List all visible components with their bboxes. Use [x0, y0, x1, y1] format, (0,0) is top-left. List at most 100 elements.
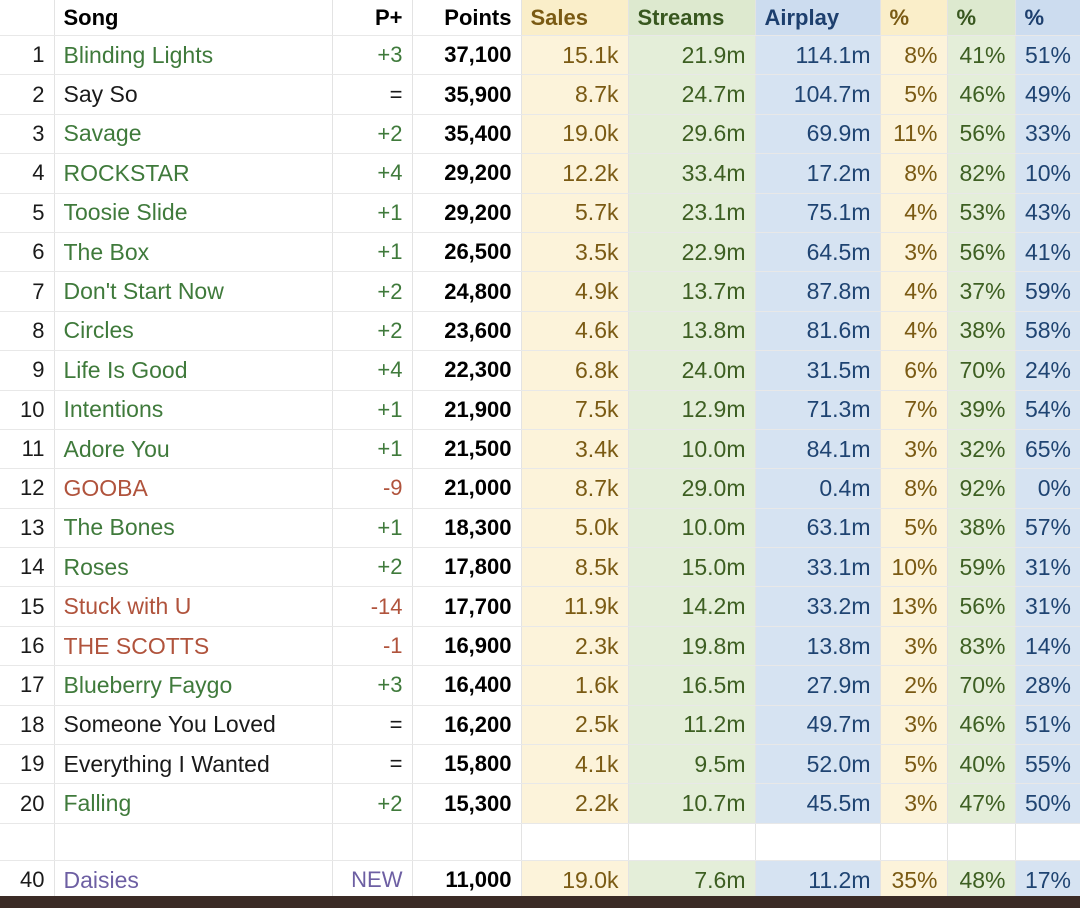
cell-points: 29,200 — [412, 193, 522, 233]
cell-rank: 5 — [0, 193, 55, 233]
cell-sales: 19.0k — [521, 114, 629, 155]
cell-rank: 1 — [0, 35, 55, 76]
column-header-airplay-percent[interactable]: % — [1015, 0, 1080, 36]
column-header-points[interactable]: Points — [412, 0, 522, 36]
cell-sales-percent: 5% — [880, 744, 948, 785]
cell-sales: 3.4k — [521, 429, 629, 470]
cell-streams-percent: 38% — [947, 508, 1016, 549]
cell-airplay-percent: 17% — [1015, 860, 1080, 901]
table-row: 18 Someone You Loved = 16,200 2.5k 11.2m 49.7m… — [0, 705, 1080, 746]
cell-position-change: +2 — [332, 783, 413, 824]
cell-sales-percent: 11% — [880, 114, 948, 155]
cell-position-change: +1 — [332, 390, 413, 430]
cell-sales: 3.5k — [521, 232, 629, 273]
cell-song: GOOBA — [54, 468, 333, 509]
table-row: 14 Roses +2 17,800 8.5k 15.0m 33.1m 10% 59% 31% — [0, 547, 1080, 588]
cell-points: 24,800 — [412, 271, 522, 312]
cell-streams: 13.7m — [628, 271, 756, 312]
cell-airplay-percent: 51% — [1015, 705, 1080, 746]
cell-sales: 6.8k — [521, 350, 629, 391]
cell-airplay: 75.1m — [755, 193, 881, 233]
cell-streams-percent: 53% — [947, 193, 1016, 233]
cell-sales-percent: 4% — [880, 271, 948, 312]
cell-sales: 7.5k — [521, 390, 629, 430]
cell-streams-percent — [947, 823, 1016, 861]
column-header-sales[interactable]: Sales — [521, 0, 629, 36]
cell-sales: 2.3k — [521, 626, 629, 667]
cell-streams-percent: 32% — [947, 429, 1016, 470]
table-row: 3 Savage +2 35,400 19.0k 29.6m 69.9m 11% 56% 33% — [0, 114, 1080, 155]
cell-sales: 8.7k — [521, 468, 629, 509]
cell-song: Adore You — [54, 429, 333, 470]
cell-streams-percent: 83% — [947, 626, 1016, 667]
cell-song: Falling — [54, 783, 333, 824]
cell-airplay-percent: 31% — [1015, 586, 1080, 627]
cell-sales: 12.2k — [521, 153, 629, 194]
cell-song: Someone You Loved — [54, 705, 333, 746]
cell-sales: 4.6k — [521, 311, 629, 352]
cell-sales: 15.1k — [521, 35, 629, 76]
cell-position-change: -14 — [332, 586, 413, 627]
cell-airplay-percent: 14% — [1015, 626, 1080, 667]
cell-song: The Bones — [54, 508, 333, 549]
cell-points: 16,200 — [412, 705, 522, 746]
column-header-streams[interactable]: Streams — [628, 0, 756, 36]
cell-rank: 7 — [0, 271, 55, 312]
table-row: 40 Daisies NEW 11,000 19.0k 7.6m 11.2m 35% 48% 17… — [0, 860, 1080, 901]
cell-streams-percent: 56% — [947, 232, 1016, 273]
cell-rank: 12 — [0, 468, 55, 509]
table-row: 1 Blinding Lights +3 37,100 15.1k 21.9m 114.1m… — [0, 35, 1080, 76]
cell-rank: 13 — [0, 508, 55, 549]
cell-airplay-percent: 28% — [1015, 665, 1080, 706]
cell-sales: 8.7k — [521, 74, 629, 115]
column-header-position-change[interactable]: P+ — [332, 0, 413, 36]
cell-rank: 15 — [0, 586, 55, 627]
column-header-airplay[interactable]: Airplay — [755, 0, 881, 36]
cell-airplay-percent: 50% — [1015, 783, 1080, 824]
cell-points: 16,900 — [412, 626, 522, 667]
cell-rank: 19 — [0, 744, 55, 785]
cell-sales-percent: 3% — [880, 429, 948, 470]
cell-position-change: -9 — [332, 468, 413, 509]
cell-position-change: +1 — [332, 508, 413, 549]
cell-sales — [521, 823, 629, 861]
cell-airplay: 71.3m — [755, 390, 881, 430]
cell-airplay-percent: 10% — [1015, 153, 1080, 194]
cell-sales-percent: 35% — [880, 860, 948, 901]
spacer-row — [0, 823, 1080, 861]
cell-streams: 12.9m — [628, 390, 756, 430]
column-header-sales-percent[interactable]: % — [880, 0, 948, 36]
cell-position-change: +2 — [332, 311, 413, 352]
cell-streams: 10.0m — [628, 508, 756, 549]
cell-rank: 3 — [0, 114, 55, 155]
cell-song: ROCKSTAR — [54, 153, 333, 194]
cell-song: Blinding Lights — [54, 35, 333, 76]
cell-points: 15,300 — [412, 783, 522, 824]
header-row: Song P+ Points Sales Streams Airplay % %… — [0, 0, 1080, 36]
cell-sales-percent: 6% — [880, 350, 948, 391]
cell-rank: 11 — [0, 429, 55, 470]
cell-airplay: 64.5m — [755, 232, 881, 273]
cell-points — [412, 823, 522, 861]
cell-streams-percent: 47% — [947, 783, 1016, 824]
cell-song: Blueberry Faygo — [54, 665, 333, 706]
table-row: 19 Everything I Wanted = 15,800 4.1k 9.5m 52.0… — [0, 744, 1080, 785]
cell-sales-percent: 4% — [880, 193, 948, 233]
cell-points: 37,100 — [412, 35, 522, 76]
cell-airplay — [755, 823, 881, 861]
cell-rank: 40 — [0, 860, 55, 901]
cell-airplay-percent: 54% — [1015, 390, 1080, 430]
cell-airplay: 114.1m — [755, 35, 881, 76]
cell-airplay: 31.5m — [755, 350, 881, 391]
column-header-song[interactable]: Song — [54, 0, 333, 36]
column-header-rank[interactable] — [0, 0, 55, 36]
cell-song: The Box — [54, 232, 333, 273]
column-header-streams-percent[interactable]: % — [947, 0, 1016, 36]
cell-points: 21,900 — [412, 390, 522, 430]
cell-sales-percent: 3% — [880, 705, 948, 746]
cell-streams: 7.6m — [628, 860, 756, 901]
cell-streams: 16.5m — [628, 665, 756, 706]
cell-song: Savage — [54, 114, 333, 155]
cell-song: Toosie Slide — [54, 193, 333, 233]
cell-points: 17,800 — [412, 547, 522, 588]
